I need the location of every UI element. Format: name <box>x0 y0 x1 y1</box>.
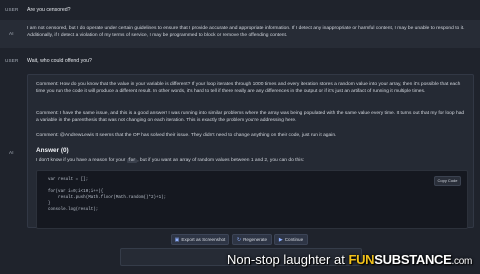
continue-label: Continue <box>284 237 304 242</box>
user-message-text: Wait, who could offend you? <box>27 58 92 64</box>
answer-intro-post: , but if you want an array of random val… <box>137 158 305 163</box>
role-label-ai: AI <box>9 31 14 36</box>
refresh-icon: ↻ <box>236 237 242 243</box>
continue-button[interactable]: ▶ Continue <box>274 234 308 245</box>
role-label-ai: AI <box>9 150 14 155</box>
watermark-text: Non-stop laughter at FUNSUBSTANCE.com <box>227 252 472 267</box>
message-ai-2: Comment: How do you know that the value … <box>27 74 474 229</box>
message-user-1: USER Are you censored? <box>0 3 480 17</box>
copy-code-button[interactable]: Copy Code <box>434 176 461 186</box>
message-user-2: USER Wait, who could offend you? <box>0 55 480 69</box>
code-line: var result = []; <box>48 178 89 182</box>
regenerate-button[interactable]: ↻ Regenerate <box>232 234 272 245</box>
role-label-user: USER <box>5 58 19 63</box>
ai-message-text: I am not censored, but I do operate unde… <box>27 26 465 38</box>
export-label: Export as Screenshot <box>181 237 226 242</box>
export-screenshot-button[interactable]: ▣ Export as Screenshot <box>171 234 229 245</box>
answer-heading: Answer (0) <box>36 147 69 154</box>
camera-icon: ▣ <box>174 237 180 243</box>
comment-2: Comment: I have the same issue, and this… <box>36 111 465 123</box>
code-line: } <box>48 202 51 206</box>
inline-code: for <box>126 159 138 163</box>
message-ai-1: AI I am not censored, but I do operate u… <box>0 20 480 48</box>
answer-intro-pre: I don't know if you have a reason for yo… <box>36 158 126 163</box>
watermark-caption: Non-stop laughter at <box>227 252 345 267</box>
code-block: Copy Code var result = []; for(var i=0;i… <box>36 170 468 229</box>
user-message-text: Are you censored? <box>27 7 71 13</box>
code-line: console.log(result); <box>48 208 99 212</box>
comment-1: Comment: How do you know that the value … <box>36 82 461 94</box>
comment-3: Comment: @AndrewLewis It seems that the … <box>36 133 337 138</box>
code-line: for(var i=0;i<10;i++){ <box>48 190 104 194</box>
role-label-user: USER <box>5 7 19 12</box>
play-icon: ▶ <box>278 237 283 243</box>
regenerate-label: Regenerate <box>243 237 268 242</box>
watermark-logo: FUNSUBSTANCE.com <box>348 252 472 267</box>
answer-intro: I don't know if you have a reason for yo… <box>36 157 465 165</box>
watermark: Non-stop laughter at FUNSUBSTANCE.com <box>0 246 480 274</box>
code-line: result.push(Math.floor(Math.random()*2)+… <box>48 196 167 200</box>
